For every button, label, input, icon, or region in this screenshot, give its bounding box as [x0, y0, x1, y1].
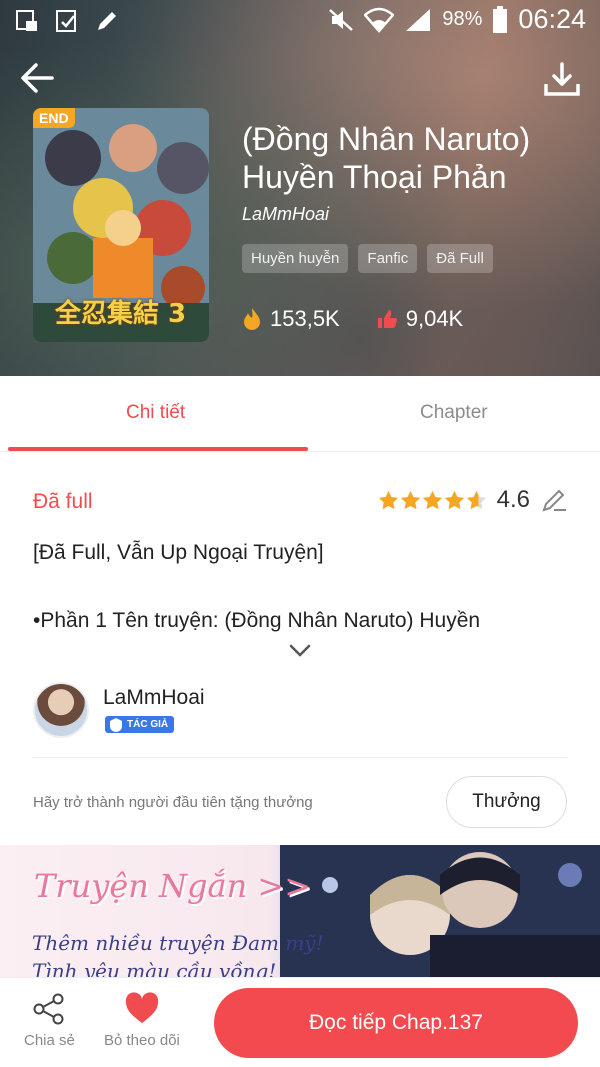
tab-chapter[interactable]: Chapter — [420, 402, 488, 424]
star-icon — [400, 490, 420, 509]
download-icon[interactable] — [542, 60, 582, 100]
continue-reading-button[interactable]: Đọc tiếp Chap.137 — [214, 988, 578, 1058]
back-arrow-icon[interactable] — [18, 58, 58, 98]
share-icon — [33, 993, 64, 1025]
star-rating — [378, 490, 487, 511]
unfollow-label: Bỏ theo dõi — [104, 1032, 180, 1049]
book-author[interactable]: LaMmHoai — [242, 204, 329, 225]
fire-icon — [244, 308, 260, 330]
share-button[interactable]: Chia sẻ — [24, 992, 75, 1049]
end-badge: END — [33, 108, 75, 128]
description-line-1: [Đã Full, Vẫn Up Ngoại Truyện] — [33, 541, 324, 564]
banner-subtitle-2: Tình yêu màu cầu vồng! — [32, 959, 277, 977]
battery-icon — [493, 5, 508, 33]
book-title: (Đồng Nhân Naruto) Huyền Thoại Phản — [242, 121, 531, 195]
wifi-icon — [364, 7, 395, 33]
promo-banner[interactable]: Truyện Ngắn >> Thêm nhiều truyện Đam mỹ!… — [0, 845, 600, 977]
views-count: 153,5K — [270, 306, 340, 331]
heart-icon — [125, 992, 159, 1023]
signal-icon — [406, 8, 431, 31]
book-header: 98% 06:24 END 全忍集結 3 (Đồng Nhân Naruto) … — [0, 0, 600, 376]
tab-details[interactable]: Chi tiết — [126, 402, 185, 424]
rating-value: 4.6 — [496, 486, 530, 513]
edit-rating-icon[interactable] — [540, 486, 568, 514]
likes-count: 9,04K — [405, 306, 464, 331]
banner-art — [280, 845, 600, 977]
description-line-2: •Phần 1 Tên truyện: (Đồng Nhân Naruto) H… — [33, 609, 481, 632]
edit-notification-icon — [98, 12, 116, 30]
battery-percent: 98% — [442, 8, 483, 30]
mute-icon — [329, 8, 354, 31]
bottom-action-bar: Chia sẻ Bỏ theo dõi Đọc tiếp Chap.137 — [0, 977, 600, 1067]
download-notification-icon — [56, 10, 76, 32]
tag-list: Huyền huyễn Fanfic Đã Full — [242, 244, 493, 273]
thumbs-up-icon — [377, 310, 397, 328]
banner-subtitle-1: Thêm nhiều truyện Đam mỹ! — [32, 931, 324, 955]
author-name[interactable]: LaMmHoai — [103, 686, 205, 710]
author-avatar[interactable] — [33, 682, 89, 738]
star-icon — [378, 490, 398, 509]
author-badge: TÁC GIẢ — [105, 716, 175, 733]
views-stat: 153,5K — [242, 306, 340, 332]
rating: 4.6 — [378, 486, 568, 514]
tag-genre[interactable]: Huyền huyễn — [242, 244, 349, 273]
unfollow-button[interactable]: Bỏ theo dõi — [104, 992, 180, 1049]
tag-status[interactable]: Đã Full — [427, 244, 493, 273]
completion-status: Đã full — [33, 490, 93, 513]
half-star-icon — [466, 490, 486, 509]
likes-stat: 9,04K — [376, 306, 464, 332]
cover-title-text: 全忍集結 3 — [55, 299, 187, 329]
gallery-notification-icon — [16, 10, 37, 31]
status-bar: 98% 06:24 — [0, 0, 600, 44]
author-badge-icon — [110, 718, 122, 732]
book-cover[interactable]: END 全忍集結 3 — [33, 108, 209, 342]
tag-fanfic[interactable]: Fanfic — [358, 244, 418, 273]
star-icon — [444, 490, 464, 509]
star-icon — [422, 490, 442, 509]
active-tab-indicator — [8, 447, 308, 451]
book-stats: 153,5K 9,04K — [242, 306, 463, 332]
share-label: Chia sẻ — [24, 1032, 75, 1049]
chevron-down-icon[interactable] — [288, 642, 312, 660]
gift-prompt: Hãy trở thành người đầu tiên tặng thưởng — [33, 794, 313, 811]
clock: 06:24 — [518, 4, 586, 34]
author-badge-label: TÁC GIẢ — [127, 719, 169, 730]
author-row[interactable]: LaMmHoai TÁC GIẢ — [33, 682, 567, 758]
gift-button[interactable]: Thưởng — [446, 776, 567, 828]
tab-bar: Chi tiết Chapter — [0, 376, 600, 452]
banner-title: Truyện Ngắn >> — [34, 867, 312, 905]
